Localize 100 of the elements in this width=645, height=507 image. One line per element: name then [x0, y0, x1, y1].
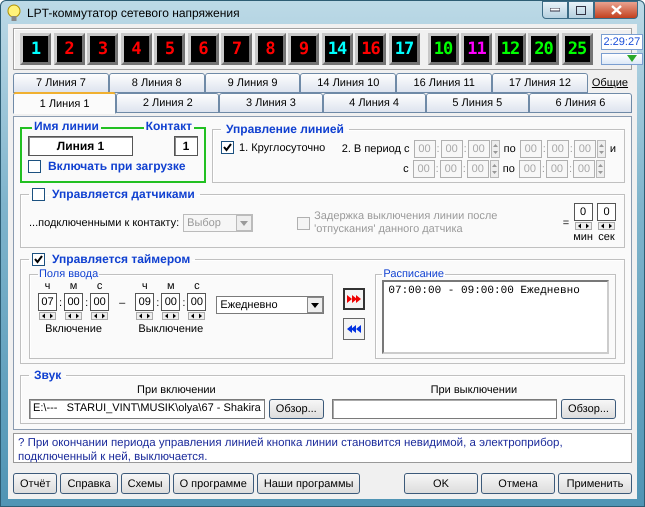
- spin-buttons[interactable]: [162, 312, 180, 320]
- section-title: Поля ввода: [39, 268, 98, 280]
- period-label: 2. В период с: [342, 143, 410, 155]
- time-field[interactable]: 09: [135, 293, 154, 311]
- repeat-dropdown[interactable]: Ежедневно: [216, 296, 324, 314]
- dialog-button[interactable]: Справка: [60, 473, 118, 494]
- checkbox[interactable]: [32, 188, 45, 200]
- line-indicator-button[interactable]: 4: [120, 33, 152, 65]
- time-separator: :: [542, 143, 546, 155]
- tab[interactable]: 2 Линия 2: [116, 93, 220, 113]
- checkbox[interactable]: [28, 160, 41, 172]
- field-caption: При выключении: [430, 384, 518, 396]
- time-field[interactable]: 07: [38, 293, 57, 311]
- dialog-button[interactable]: Применить: [558, 473, 632, 494]
- time-separator: :: [436, 163, 439, 175]
- close-button[interactable]: [594, 1, 638, 19]
- line-indicator-button[interactable]: 11: [461, 33, 492, 65]
- dropdown-button[interactable]: [600, 52, 644, 64]
- period-label: по: [504, 143, 516, 155]
- tab[interactable]: 4 Линия 4: [322, 93, 426, 113]
- spin-buttons[interactable]: [574, 222, 592, 230]
- time-separator: :: [436, 143, 440, 155]
- line-indicator-button[interactable]: 6: [188, 33, 218, 65]
- tab[interactable]: 7 Линия 7: [13, 73, 109, 93]
- line-indicator-button[interactable]: 12: [494, 33, 526, 65]
- tab[interactable]: 3 Линия 3: [219, 93, 323, 113]
- name-label: Имя линии: [32, 119, 101, 133]
- time-field[interactable]: 00: [64, 293, 84, 311]
- general-tab-link[interactable]: Общие: [588, 73, 632, 93]
- dash: –: [119, 297, 126, 309]
- spin-buttons[interactable]: [188, 312, 206, 320]
- field-label: ...подключенными к контакту:: [29, 217, 180, 229]
- dialog-button[interactable]: OK: [404, 473, 478, 494]
- unit-label: с: [96, 280, 102, 292]
- unit-label: м: [167, 280, 175, 292]
- line-indicator-button[interactable]: 14: [322, 33, 352, 65]
- add-button[interactable]: [343, 288, 366, 310]
- unit-label: ч: [142, 280, 148, 292]
- schedule-entry[interactable]: 07:00:00 - 09:00:00 Ежедневно: [388, 285, 603, 297]
- dialog-button[interactable]: Отмена: [481, 473, 555, 494]
- equals-sign: =: [562, 217, 570, 229]
- line-indicator-button[interactable]: 17: [388, 33, 420, 65]
- dialog-button[interactable]: Наши программы: [256, 473, 360, 494]
- tab[interactable]: 9 Линия 9: [204, 73, 300, 93]
- remove-button[interactable]: [343, 318, 366, 340]
- spin-buttons[interactable]: [598, 222, 615, 230]
- dialog-button[interactable]: Схемы: [120, 473, 170, 494]
- tab[interactable]: 16 Линия 11: [396, 73, 492, 93]
- line-indicator-button[interactable]: 5: [154, 33, 185, 65]
- sound-file-field[interactable]: E:\--- STARUI_VINT\MUSIK\olya\67 - Shakira: [29, 399, 265, 419]
- time-separator: :: [85, 297, 88, 309]
- line-indicator-button[interactable]: 3: [87, 33, 118, 65]
- browse-button[interactable]: Обзор...: [268, 399, 324, 419]
- line-indicator-button[interactable]: 10: [428, 33, 458, 65]
- section-title: Управление линией: [224, 122, 346, 136]
- time-separator: :: [156, 297, 160, 309]
- unit-label: с: [194, 280, 200, 292]
- checkbox-label: Задержка выключения линии после 'отпускания' данного датчика: [314, 210, 498, 236]
- maximize-button[interactable]: [568, 1, 594, 19]
- spin-buttons[interactable]: [65, 312, 82, 320]
- minimize-button[interactable]: [542, 1, 568, 19]
- tab[interactable]: 8 Линия 8: [108, 73, 205, 93]
- unit-label: сек: [598, 231, 615, 243]
- line-indicator-button[interactable]: 20: [528, 33, 559, 65]
- line-indicator-button[interactable]: 7: [221, 33, 252, 65]
- tab[interactable]: 14 Линия 10: [300, 73, 396, 93]
- sound-file-field[interactable]: [332, 399, 558, 419]
- dialog-button[interactable]: Отчёт: [13, 473, 58, 494]
- tab[interactable]: 5 Линия 5: [426, 93, 529, 113]
- field-caption: При включении: [137, 384, 216, 396]
- tab[interactable]: 17 Линия 12: [492, 73, 588, 93]
- spin-buttons[interactable]: [136, 312, 154, 320]
- delay-field[interactable]: 0: [574, 203, 593, 221]
- schedule-list[interactable]: 07:00:00 - 09:00:00 Ежедневно: [382, 280, 609, 354]
- tab[interactable]: 1 Линия 1: [13, 92, 116, 114]
- checkbox[interactable]: [32, 252, 45, 266]
- time-separator: :: [182, 297, 186, 309]
- line-indicator-button[interactable]: 8: [254, 33, 286, 65]
- time-field[interactable]: 00: [161, 293, 180, 311]
- checkbox[interactable]: [221, 141, 234, 154]
- delay-field[interactable]: 0: [597, 203, 616, 221]
- spin-buttons[interactable]: [39, 312, 56, 320]
- time-field[interactable]: 00: [90, 293, 110, 311]
- maximize-icon: [576, 6, 586, 14]
- spin-buttons[interactable]: [91, 312, 108, 320]
- line-indicator-button[interactable]: 1: [20, 33, 51, 65]
- line-indicator-button[interactable]: 25: [562, 33, 592, 65]
- minimize-icon: [550, 8, 560, 12]
- time-separator: :: [462, 163, 466, 175]
- line-indicator-button[interactable]: 16: [355, 33, 386, 65]
- contact-field[interactable]: 1: [174, 136, 198, 156]
- line-indicator-button[interactable]: 9: [288, 33, 319, 65]
- line-name-field[interactable]: Линия 1: [28, 136, 133, 156]
- tab[interactable]: 6 Линия 6: [528, 93, 632, 113]
- dialog-button[interactable]: О программе: [172, 473, 254, 494]
- unit-label: м: [70, 280, 78, 292]
- line-indicator-button[interactable]: 2: [54, 33, 84, 65]
- double-arrow-left-icon: [346, 324, 362, 334]
- browse-button[interactable]: Обзор...: [561, 399, 616, 419]
- time-field[interactable]: 00: [187, 293, 206, 311]
